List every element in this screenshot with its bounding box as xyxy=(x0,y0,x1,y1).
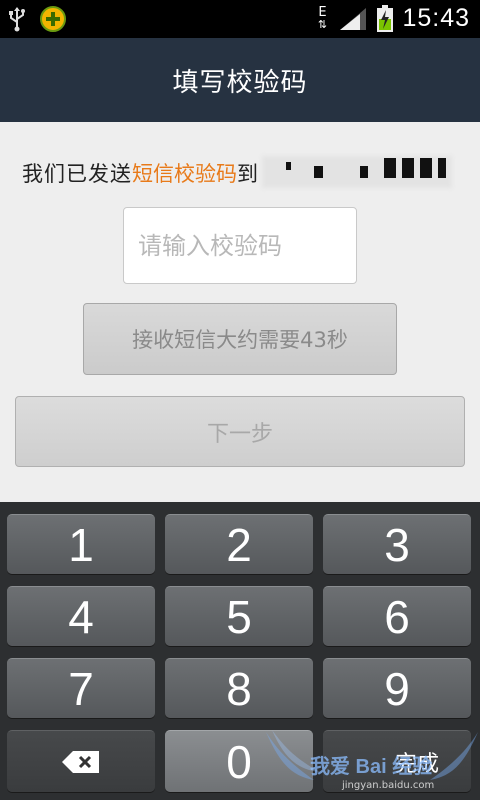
network-type-label: E xyxy=(318,4,327,20)
key-0-label: 0 xyxy=(226,735,252,788)
verification-code-input[interactable] xyxy=(138,231,356,260)
key-7[interactable]: 7 xyxy=(7,658,155,718)
mask-block xyxy=(438,158,446,178)
key-2-label: 2 xyxy=(226,518,252,571)
key-9-label: 9 xyxy=(384,662,410,715)
verification-form: 我们已发送短信校验码到 接收短信大约需要43秒 下一步 xyxy=(0,122,480,502)
status-left xyxy=(8,6,66,32)
verification-code-input-box[interactable] xyxy=(123,207,357,284)
signal-icon xyxy=(340,7,367,30)
page-title: 填写校验码 xyxy=(172,67,308,98)
key-4-label: 4 xyxy=(68,590,94,643)
notice-suffix: 到 xyxy=(237,162,258,186)
mask-block xyxy=(314,166,323,178)
sms-countdown-button[interactable]: 接收短信大约需要43秒 xyxy=(83,303,397,375)
key-6[interactable]: 6 xyxy=(323,586,471,646)
key-3[interactable]: 3 xyxy=(323,514,471,574)
key-6-label: 6 xyxy=(384,590,410,643)
next-step-button[interactable]: 下一步 xyxy=(15,396,465,467)
key-1-label: 1 xyxy=(68,518,94,571)
status-clock: 15:43 xyxy=(402,4,470,32)
backspace-icon xyxy=(62,750,99,773)
mask-block xyxy=(420,158,432,178)
key-9[interactable]: 9 xyxy=(323,658,471,718)
done-key-label: 完成 xyxy=(394,750,439,776)
mask-block xyxy=(402,158,414,178)
notice-highlight: 短信校验码 xyxy=(132,162,237,186)
data-arrows-icon: ⇅ xyxy=(317,17,328,31)
key-2[interactable]: 2 xyxy=(165,514,313,574)
key-3-label: 3 xyxy=(384,518,410,571)
battery-charging-icon xyxy=(377,4,394,32)
done-key[interactable]: 完成 xyxy=(323,730,471,792)
mask-block xyxy=(286,162,291,170)
mask-block xyxy=(384,158,396,178)
key-7-label: 7 xyxy=(68,662,94,715)
masked-phone-number xyxy=(262,152,452,192)
notice-prefix: 我们已发送 xyxy=(22,162,132,186)
title-bar: 填写校验码 xyxy=(0,38,480,122)
key-4[interactable]: 4 xyxy=(7,586,155,646)
key-1[interactable]: 1 xyxy=(7,514,155,574)
backspace-key[interactable] xyxy=(7,730,155,792)
numeric-keyboard: 1 2 3 4 5 6 7 8 9 0 完成 xyxy=(0,502,480,800)
sms-countdown-label: 接收短信大约需要43秒 xyxy=(132,328,348,352)
usb-icon xyxy=(9,7,25,32)
sms-sent-notice: 我们已发送短信校验码到 xyxy=(22,158,258,188)
network-indicator: E ⇅ xyxy=(314,4,330,31)
status-right: E ⇅ 15:43 xyxy=(314,4,470,33)
mask-block xyxy=(360,166,368,178)
key-0[interactable]: 0 xyxy=(165,730,313,792)
key-5-label: 5 xyxy=(226,590,252,643)
next-step-label: 下一步 xyxy=(206,421,273,447)
key-5[interactable]: 5 xyxy=(165,586,313,646)
key-8[interactable]: 8 xyxy=(165,658,313,718)
status-bar: E ⇅ 15:43 xyxy=(0,0,480,38)
app-notification-icon xyxy=(40,6,66,32)
key-8-label: 8 xyxy=(226,662,252,715)
